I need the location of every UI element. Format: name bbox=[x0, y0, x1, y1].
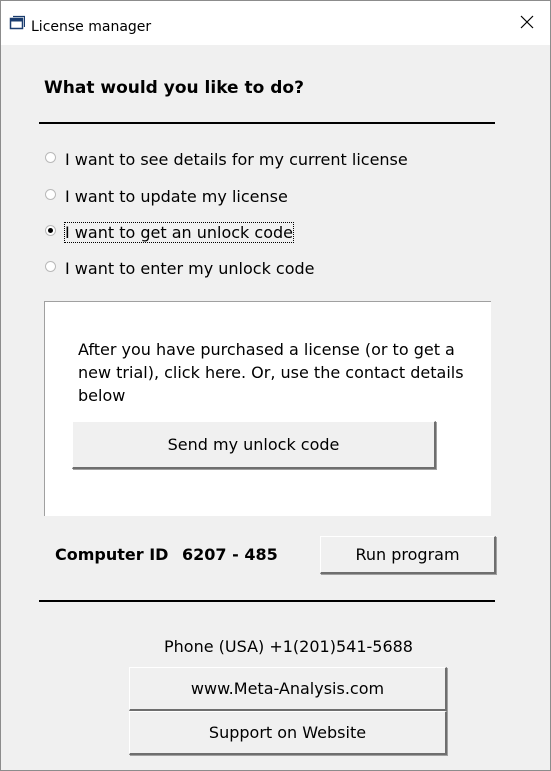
window-title: License manager bbox=[31, 19, 152, 35]
radio-button[interactable] bbox=[45, 188, 56, 200]
phone-number: Phone (USA) +1(201)541-5688 bbox=[164, 637, 413, 656]
option-label: I want to get an unlock code bbox=[64, 221, 294, 243]
option-label: I want to enter my unlock code bbox=[65, 258, 315, 278]
bottom-divider bbox=[39, 600, 495, 602]
computer-id-label: Computer ID bbox=[55, 545, 169, 564]
radio-button-selected[interactable] bbox=[45, 224, 56, 236]
option-get-unlock-code[interactable]: I want to get an unlock code bbox=[45, 220, 294, 244]
close-button[interactable] bbox=[504, 1, 550, 45]
license-manager-window: License manager What would you like to d… bbox=[0, 0, 551, 771]
option-update-license[interactable]: I want to update my license bbox=[45, 184, 288, 208]
option-label: I want to see details for my current lic… bbox=[65, 149, 408, 169]
run-program-button[interactable]: Run program bbox=[320, 536, 496, 574]
option-see-details[interactable]: I want to see details for my current lic… bbox=[45, 147, 408, 171]
radio-button[interactable] bbox=[45, 151, 56, 163]
info-panel: After you have purchased a license (or t… bbox=[44, 301, 491, 516]
dialog-body: What would you like to do? I want to see… bbox=[1, 45, 550, 770]
option-label: I want to update my license bbox=[65, 186, 288, 206]
support-button[interactable]: Support on Website bbox=[129, 711, 447, 755]
computer-id-value: 6207 - 485 bbox=[182, 545, 278, 564]
website-button[interactable]: www.Meta-Analysis.com bbox=[129, 667, 447, 711]
panel-description: After you have purchased a license (or t… bbox=[78, 340, 464, 405]
close-icon bbox=[520, 14, 534, 33]
radio-button[interactable] bbox=[45, 260, 56, 272]
page-title: What would you like to do? bbox=[44, 78, 304, 98]
option-enter-unlock-code[interactable]: I want to enter my unlock code bbox=[45, 256, 315, 280]
top-divider bbox=[39, 122, 495, 124]
app-window-icon bbox=[9, 15, 26, 31]
send-unlock-code-button[interactable]: Send my unlock code bbox=[72, 421, 436, 469]
title-bar[interactable]: License manager bbox=[1, 1, 550, 45]
